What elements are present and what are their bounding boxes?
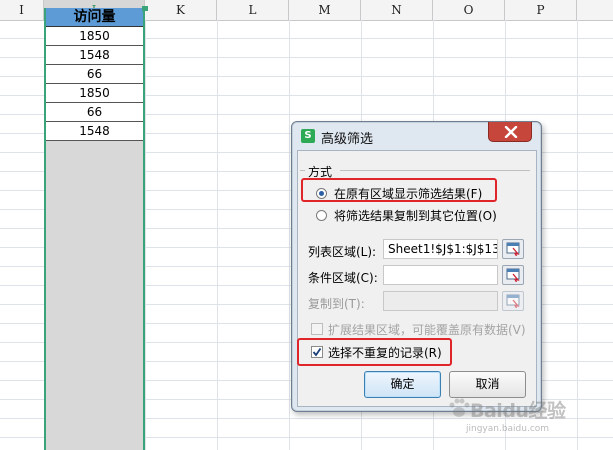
selected-column-range[interactable]: 访问量 1850 1548 66 1850 66 1548 [44, 8, 145, 450]
column-gridline [217, 20, 218, 450]
column-header[interactable]: O [433, 0, 505, 20]
ok-button[interactable]: 确定 [364, 371, 441, 398]
data-cell[interactable]: 66 [46, 65, 143, 84]
checkbox-label: 选择不重复的记录(R) [328, 346, 442, 360]
column-header[interactable] [577, 0, 613, 20]
advanced-filter-dialog: S 高级筛选 方式 在原有区域显示筛选结果(F) 将筛选结果复制到其它位置(O)… [291, 121, 542, 412]
close-button[interactable] [488, 122, 532, 142]
list-range-label: 列表区域(L): [308, 245, 377, 259]
list-range-picker-button[interactable] [502, 239, 524, 259]
radio-button[interactable] [316, 210, 327, 221]
column-gridline [289, 20, 290, 450]
method-group-label: 方式 [308, 165, 333, 179]
column-header[interactable]: K [145, 0, 217, 20]
dialog-title-bar[interactable]: S 高级筛选 [292, 122, 541, 150]
data-cell[interactable]: 1548 [46, 46, 143, 65]
column-header[interactable]: M [289, 0, 361, 20]
copy-to-input [383, 291, 498, 311]
unique-records-checkbox[interactable] [311, 346, 323, 358]
data-cell[interactable]: 1850 [46, 84, 143, 103]
column-header[interactable]: N [361, 0, 433, 20]
dialog-title: 高级筛选 [321, 132, 374, 147]
column-gridline [145, 20, 146, 450]
checkmark-icon [312, 347, 322, 357]
criteria-range-picker-button[interactable] [502, 265, 524, 285]
close-icon [504, 126, 518, 138]
watermark-url: jingyan.baidu.com [466, 424, 550, 434]
header-cell[interactable]: 访问量 [46, 8, 143, 27]
data-cell[interactable]: 1850 [46, 27, 143, 46]
radio-label: 在原有区域显示筛选结果(F) [334, 187, 483, 201]
watermark-text: Baidu经验 [470, 400, 566, 422]
column-header[interactable]: I [0, 0, 44, 20]
column-header[interactable]: L [217, 0, 289, 20]
column-gridline [577, 20, 578, 450]
paw-icon [449, 398, 470, 417]
copy-to-picker-button [502, 291, 524, 311]
group-divider [340, 170, 530, 171]
fill-handle[interactable] [142, 6, 148, 11]
app-icon: S [301, 129, 315, 143]
expand-result-checkbox [311, 323, 323, 335]
group-divider [300, 170, 305, 171]
copy-to-label: 复制到(T): [308, 297, 365, 311]
list-range-input[interactable]: Sheet1!$J$1:$J$13 [383, 239, 498, 259]
radio-button-selected[interactable] [316, 188, 327, 199]
range-select-icon [506, 268, 520, 282]
data-cell[interactable]: 66 [46, 103, 143, 122]
range-select-icon [506, 294, 520, 308]
range-select-icon [506, 242, 520, 256]
dialog-body: 方式 在原有区域显示筛选结果(F) 将筛选结果复制到其它位置(O) 列表区域(L… [297, 150, 537, 407]
criteria-range-label: 条件区域(C): [308, 271, 378, 285]
checkbox-label: 扩展结果区域，可能覆盖原有数据(V) [328, 323, 526, 337]
data-cell[interactable]: 1548 [46, 122, 143, 141]
watermark: Baidu经验 [448, 394, 598, 422]
column-header[interactable]: P [505, 0, 577, 20]
radio-label: 将筛选结果复制到其它位置(O) [334, 209, 497, 223]
criteria-range-input[interactable] [383, 265, 498, 285]
